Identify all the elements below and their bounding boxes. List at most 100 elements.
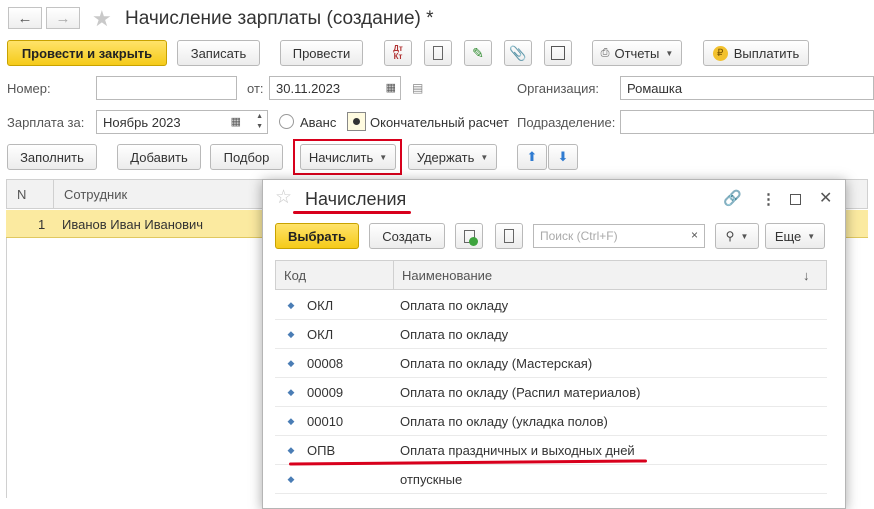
- item-marker-icon: ◆: [287, 299, 295, 310]
- select-button[interactable]: Выбрать: [275, 223, 359, 249]
- clear-icon[interactable]: ×: [691, 228, 698, 242]
- calendar-icon[interactable]: ▦: [231, 115, 241, 128]
- back-button[interactable]: ←: [8, 7, 42, 29]
- item-marker-icon: ◆: [287, 386, 295, 397]
- reports-button[interactable]: ⎙ Отчеты ▼: [592, 40, 682, 66]
- list-item[interactable]: ◆ ОКЛ Оплата по окладу: [275, 291, 827, 320]
- list-icon: [504, 229, 514, 243]
- create-button[interactable]: Создать: [369, 223, 445, 249]
- chevron-down-icon: ▼: [807, 231, 816, 241]
- comment-icon[interactable]: ▤: [412, 81, 423, 95]
- sort-arrow-icon[interactable]: ↓: [803, 268, 810, 283]
- more-button[interactable]: Еще ▼: [765, 223, 825, 249]
- list-button[interactable]: [495, 223, 523, 249]
- item-code: ОКЛ: [307, 326, 334, 342]
- division-label: Подразделение:: [517, 115, 616, 130]
- pencil-icon: ✎: [472, 44, 484, 61]
- radio-dot-icon: [353, 118, 360, 125]
- fill-button[interactable]: Заполнить: [7, 144, 97, 170]
- post-and-close-button[interactable]: Провести и закрыть: [7, 40, 167, 66]
- edit-button[interactable]: ✎: [464, 40, 492, 66]
- arrow-down-icon: ⬇: [557, 149, 569, 164]
- item-marker-icon: ◆: [287, 415, 295, 426]
- accrue-button[interactable]: Начислить ▼: [300, 144, 396, 170]
- post-button[interactable]: Провести: [280, 40, 363, 66]
- salary-period-field[interactable]: Ноябрь 2023 ▦ ▲ ▼: [96, 110, 268, 134]
- item-code: 00010: [307, 413, 344, 429]
- number-field[interactable]: [96, 76, 237, 100]
- pick-button[interactable]: Подбор: [210, 144, 283, 170]
- table-border: [6, 238, 7, 498]
- arrow-right-icon: →: [55, 9, 71, 27]
- structure-button[interactable]: [544, 40, 572, 66]
- item-name: Оплата по окладу: [400, 297, 509, 313]
- move-up-button[interactable]: ⬆: [517, 144, 547, 170]
- final-calc-label: Окончательный расчет: [370, 115, 509, 130]
- advance-radio[interactable]: [279, 114, 294, 129]
- debit-credit-icon: Дт Кт: [393, 44, 403, 61]
- printer-icon: ⎙: [600, 46, 610, 59]
- hierarchy-icon: [551, 46, 565, 60]
- forward-button[interactable]: →: [46, 7, 80, 29]
- withhold-label: Удержать: [416, 149, 475, 165]
- column-employee[interactable]: Сотрудник: [53, 179, 127, 209]
- accrue-label: Начислить: [308, 149, 374, 165]
- move-down-button[interactable]: ⬇: [548, 144, 578, 170]
- chevron-down-icon: ▼: [379, 152, 388, 162]
- list-item[interactable]: ◆ отпускные: [275, 465, 827, 494]
- copy-button[interactable]: [455, 223, 483, 249]
- dt-kt-button[interactable]: Дт Кт: [384, 40, 412, 66]
- paperclip-icon: 📎: [509, 44, 527, 61]
- arrow-left-icon: ←: [17, 9, 33, 27]
- more-vertical-icon[interactable]: ⋮: [761, 190, 776, 208]
- document-list-button[interactable]: [424, 40, 452, 66]
- item-code: ОПВ: [307, 442, 336, 458]
- search-button[interactable]: ⚲ ▼: [715, 223, 759, 249]
- maximize-icon[interactable]: [790, 194, 801, 205]
- list-item[interactable]: ◆ 00009 Оплата по окладу (Распил материа…: [275, 378, 827, 407]
- date-field[interactable]: 30.11.2023 ▦: [269, 76, 401, 100]
- withhold-button[interactable]: Удержать ▼: [408, 144, 497, 170]
- accruals-popup: ☆ Начисления 🔗 ⋮ ✕ Выбрать Создать Поиск…: [262, 179, 846, 509]
- search-placeholder: Поиск (Ctrl+F): [540, 229, 618, 243]
- item-code: ОКЛ: [307, 297, 334, 313]
- row-employee: Иванов Иван Иванович: [62, 217, 204, 232]
- item-name: Оплата по окладу (Мастерская): [400, 355, 593, 371]
- popup-table-header: Код Наименование ↓: [275, 260, 827, 290]
- organization-field[interactable]: Ромашка: [620, 76, 874, 100]
- date-label: от:: [247, 81, 264, 96]
- favorite-star-icon[interactable]: ☆: [275, 186, 292, 209]
- link-icon[interactable]: 🔗: [723, 189, 742, 207]
- column-name[interactable]: Наименование: [393, 260, 803, 290]
- pay-button[interactable]: ₽ Выплатить: [703, 40, 809, 66]
- final-calc-radio[interactable]: [347, 112, 366, 131]
- window-title: Начисление зарплаты (создание) *: [125, 8, 434, 29]
- save-button[interactable]: Записать: [177, 40, 260, 66]
- column-n[interactable]: N: [7, 187, 53, 202]
- list-item[interactable]: ◆ 00010 Оплата по окладу (укладка полов): [275, 407, 827, 436]
- number-label: Номер:: [7, 81, 51, 96]
- close-icon[interactable]: ✕: [819, 188, 832, 208]
- salary-period-label: Зарплата за:: [7, 115, 85, 130]
- popup-title: Начисления: [305, 189, 407, 209]
- advance-label: Аванс: [300, 115, 337, 130]
- chevron-down-icon: ▼: [740, 231, 749, 241]
- attach-button[interactable]: 📎: [504, 40, 532, 66]
- more-label: Еще: [774, 228, 802, 244]
- ruble-coin-icon: ₽: [712, 45, 728, 61]
- pay-label: Выплатить: [733, 45, 800, 61]
- item-marker-icon: ◆: [287, 444, 295, 455]
- item-marker-icon: ◆: [287, 473, 295, 484]
- search-field[interactable]: Поиск (Ctrl+F) ×: [533, 224, 705, 248]
- spin-arrows-icon[interactable]: ▲ ▼: [256, 112, 263, 132]
- calendar-icon[interactable]: ▦: [386, 81, 396, 94]
- item-name: Оплата праздничных и выходных дней: [400, 442, 635, 458]
- add-button[interactable]: Добавить: [117, 144, 201, 170]
- column-code[interactable]: Код: [276, 268, 393, 283]
- list-item[interactable]: ◆ ОКЛ Оплата по окладу: [275, 320, 827, 349]
- list-item[interactable]: ◆ 00008 Оплата по окладу (Мастерская): [275, 349, 827, 378]
- favorite-star-icon[interactable]: ★: [92, 6, 112, 32]
- division-field[interactable]: [620, 110, 874, 134]
- chevron-down-icon: ▼: [665, 48, 674, 58]
- list-icon: [433, 46, 443, 60]
